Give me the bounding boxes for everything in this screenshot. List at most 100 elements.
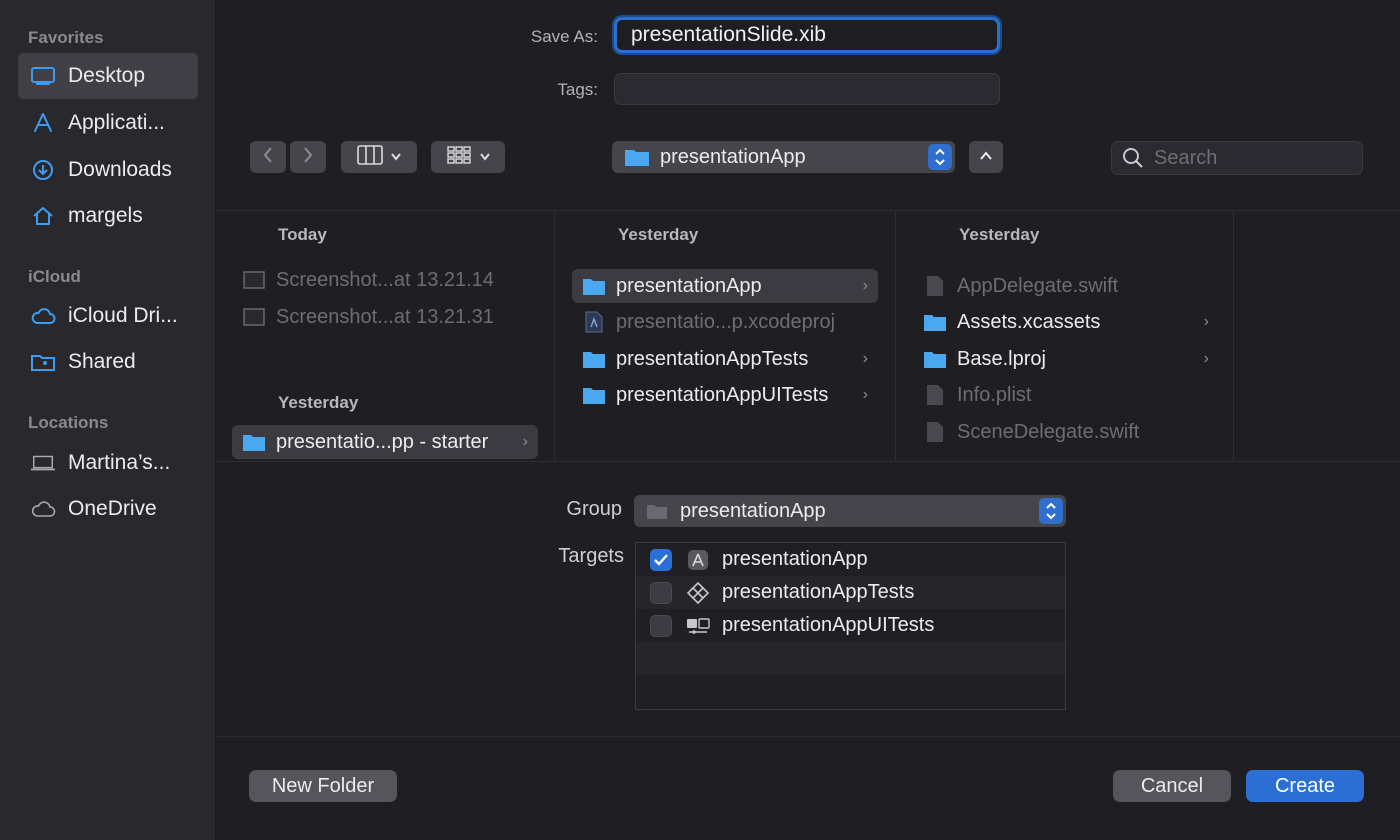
column-header: Yesterday [278,393,359,412]
target-row[interactable]: presentationAppTests [636,576,1065,609]
sidebar-item-downloads[interactable]: Downloads [18,147,198,193]
folder-row[interactable]: presentatio...pp - starter › [232,425,538,459]
chevron-right-icon: › [862,277,868,294]
icloud-header: iCloud [28,267,81,286]
create-button[interactable]: Create [1246,770,1364,802]
group-popup[interactable]: presentationApp [634,495,1066,527]
file-row-label: Screenshot...at 13.21.14 [276,268,494,291]
new-folder-button[interactable]: New Folder [249,770,397,802]
folder-row[interactable]: Base.lproj › [913,342,1219,376]
browser-column: Yesterday AppDelegate.swift Assets.xcass… [897,211,1234,461]
target-checkbox[interactable] [650,548,672,571]
search-input[interactable]: Search [1111,141,1363,175]
targets-list: presentationApp presentationAppTests pre… [635,542,1066,710]
app-target-icon [686,548,710,572]
downloads-icon [30,157,56,183]
group-label: Group [566,498,622,520]
folder-icon [582,275,606,297]
favorites-header: Favorites [28,28,104,47]
file-row[interactable]: presentatio...p.xcodeproj [572,305,878,339]
collapse-button[interactable] [969,141,1003,173]
chevron-left-icon [262,146,274,169]
cloud-icon [30,496,56,522]
up-down-chevron-icon [928,144,952,170]
folder-row[interactable]: Assets.xcassets › [913,305,1219,339]
ui-test-target-icon [686,614,710,638]
tags-label: Tags: [557,80,598,99]
chevron-right-icon [302,146,314,169]
target-checkbox[interactable] [650,614,672,637]
folder-icon [923,348,947,370]
test-target-icon [686,581,710,605]
footer-divider [216,736,1400,737]
folder-icon [242,431,266,453]
screenshot-icon [242,269,266,291]
folder-row[interactable]: presentationApp › [572,269,878,303]
file-row[interactable]: Screenshot...at 13.21.14 [232,263,532,297]
sidebar-item-label: Shared [68,350,136,373]
target-row-empty [636,642,1065,675]
file-row-label: AppDelegate.swift [957,274,1119,297]
target-label: presentationAppUITests [722,614,935,636]
file-row[interactable]: SceneDelegate.swift [913,415,1219,449]
view-mode-button[interactable] [341,141,417,173]
target-row[interactable]: presentationApp [636,543,1065,576]
location-value: presentationApp [660,145,806,168]
folder-row[interactable]: presentationAppTests › [572,342,878,376]
sidebar-item-home[interactable]: margels [18,193,198,239]
file-icon [923,421,947,443]
laptop-icon [30,450,56,476]
browser-column: Yesterday presentationApp › presentatio.… [556,211,896,461]
file-row[interactable]: AppDelegate.swift [913,269,1219,303]
folder-row[interactable]: presentationAppUITests › [572,378,878,412]
sidebar-item-macbook[interactable]: Martina’s... [18,440,198,486]
folder-row-label: presentationAppTests [616,347,809,370]
sidebar-item-label: iCloud Dri... [68,304,178,327]
xcodeproj-icon [582,311,606,333]
cloud-icon [30,303,56,329]
sidebar-item-desktop[interactable]: Desktop [18,53,198,99]
sidebar-item-label: margels [68,204,143,227]
sidebar: Favorites Desktop Applicati... Downloads… [0,0,216,840]
file-row-label: Info.plist [957,383,1032,406]
file-row[interactable]: Info.plist [913,378,1219,412]
sidebar-item-label: OneDrive [68,497,157,520]
location-popup[interactable]: presentationApp [612,141,955,173]
file-row-label: Screenshot...at 13.21.31 [276,305,494,328]
search-placeholder: Search [1154,146,1218,169]
group-mode-button[interactable] [431,141,505,173]
target-label: presentationApp [722,548,868,570]
chevron-down-icon [480,148,490,166]
folder-row-label: Assets.xcassets [957,310,1101,333]
sidebar-item-label: Martina’s... [68,451,171,474]
column-header: Yesterday [959,225,1040,244]
file-browser: Today Screenshot...at 13.21.14 Screensho… [216,210,1400,462]
sidebar-item-applications[interactable]: Applicati... [18,100,198,146]
forward-button[interactable] [290,141,326,173]
target-row[interactable]: presentationAppUITests [636,609,1065,642]
cancel-button[interactable]: Cancel [1113,770,1231,802]
tags-input[interactable] [614,73,1000,105]
up-down-chevron-icon [1039,498,1063,524]
sidebar-item-label: Downloads [68,158,172,181]
file-row[interactable]: Screenshot...at 13.21.31 [232,300,532,334]
sidebar-item-label: Applicati... [68,111,165,134]
save-panel: Save As: presentationSlide.xib Tags: pre… [216,0,1400,840]
file-icon [923,275,947,297]
sidebar-item-onedrive[interactable]: OneDrive [18,486,198,532]
folder-icon [582,348,606,370]
browser-column: Today Screenshot...at 13.21.14 Screensho… [216,211,555,461]
column-header: Today [278,225,327,244]
save-as-input[interactable]: presentationSlide.xib [614,17,1000,53]
target-checkbox[interactable] [650,581,672,604]
sidebar-item-shared[interactable]: Shared [18,339,198,385]
columns-view-icon [357,144,383,170]
search-icon [1122,147,1144,169]
folder-icon [923,311,947,333]
screenshot-icon [242,306,266,328]
chevron-down-icon [391,148,401,166]
back-button[interactable] [250,141,286,173]
chevron-right-icon: › [862,350,868,367]
sidebar-item-icloud-drive[interactable]: iCloud Dri... [18,293,198,339]
applications-icon [30,110,56,136]
